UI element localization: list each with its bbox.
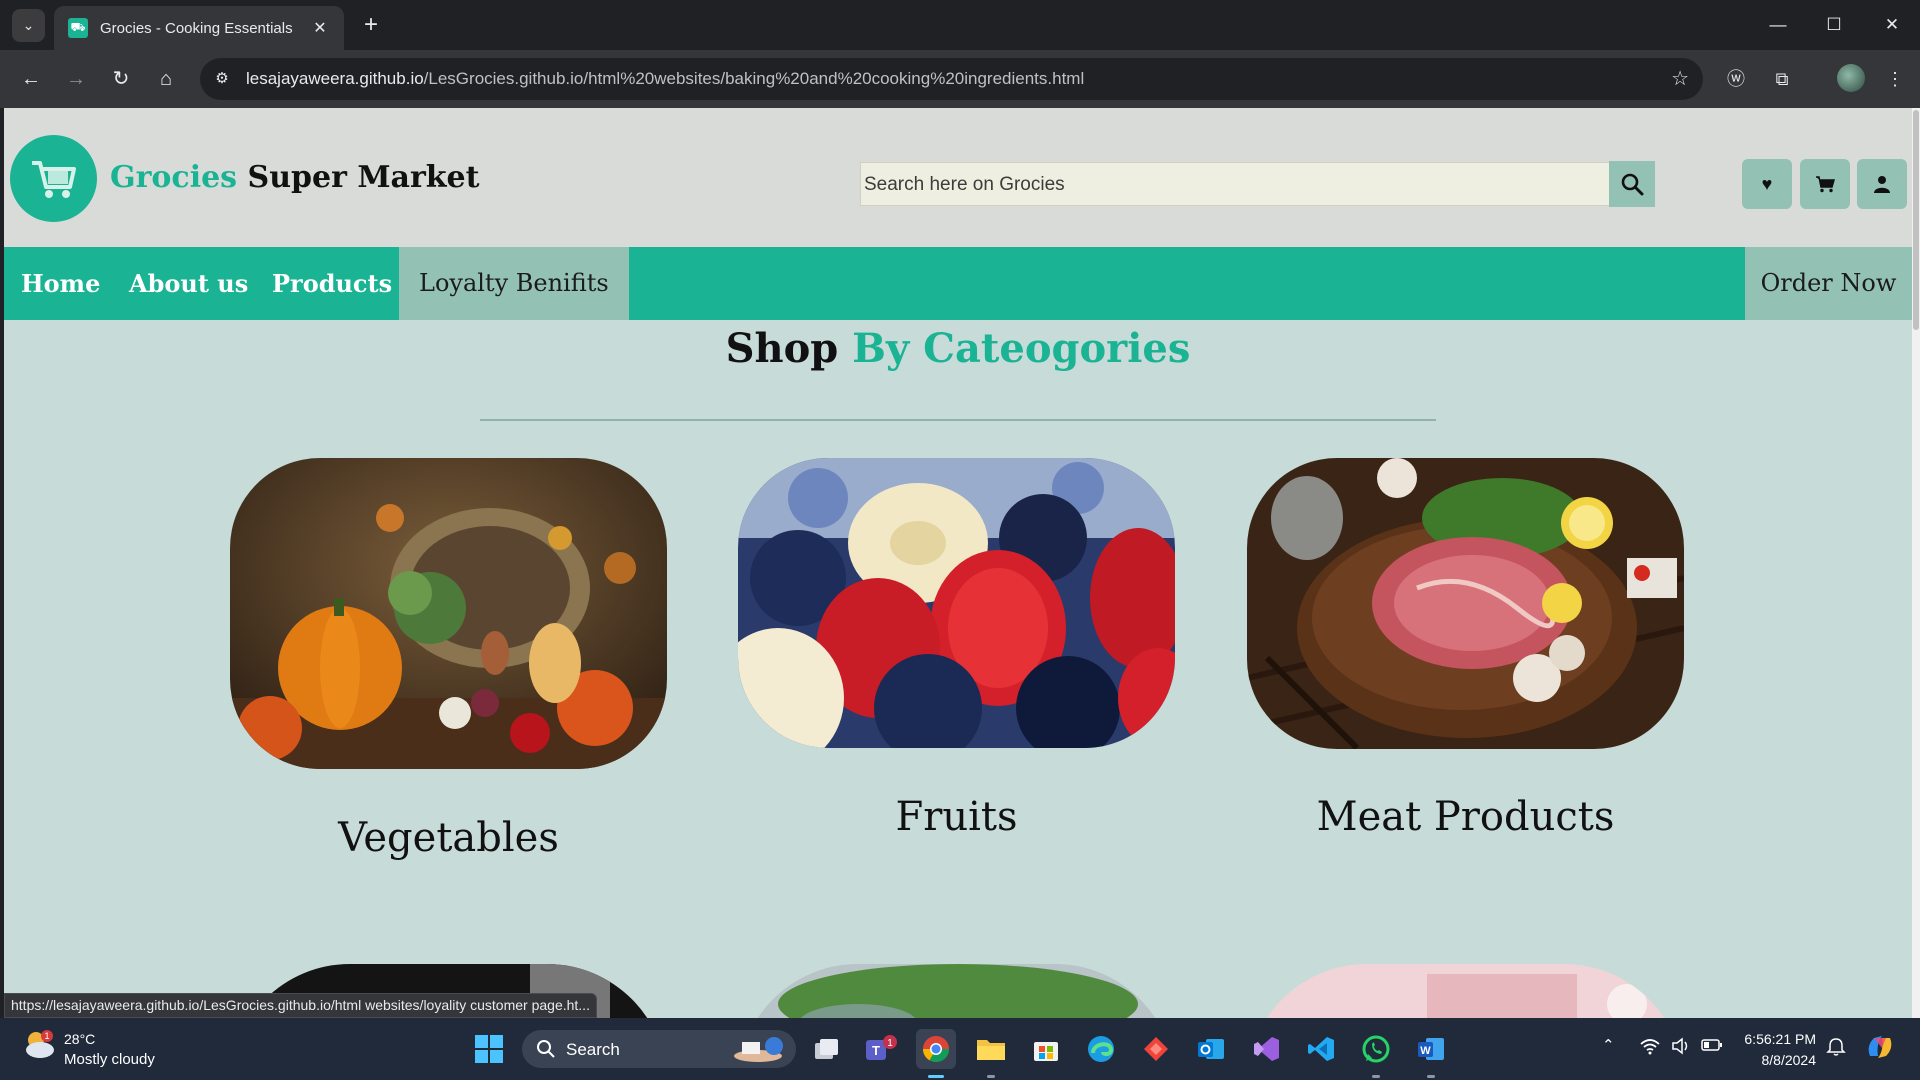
site-info-icon[interactable]: ⚙: [210, 67, 234, 91]
site-header: Grocies Super Market ♥: [4, 108, 1912, 247]
word-running-indicator: [1427, 1075, 1435, 1078]
search-icon: [1621, 173, 1644, 196]
taskbar-search-box[interactable]: Search: [522, 1030, 796, 1068]
clock-date[interactable]: 8/8/2024: [1762, 1052, 1817, 1068]
vegetables-image[interactable]: [230, 458, 667, 769]
volume-icon[interactable]: [1671, 1037, 1691, 1059]
home-button[interactable]: ⌂: [149, 62, 183, 96]
show-hidden-icons-chevron-icon[interactable]: ⌃: [1602, 1036, 1615, 1054]
weather-cloud-icon[interactable]: 1: [22, 1030, 56, 1060]
section-title: Shop By Cateogories: [4, 325, 1912, 372]
brand-rest: Super Market: [247, 160, 480, 195]
teams-badge: 1: [887, 1038, 893, 1049]
reload-button[interactable]: ↻: [104, 62, 138, 96]
anydesk-icon[interactable]: [1136, 1029, 1176, 1069]
profile-avatar[interactable]: [1837, 64, 1865, 92]
microsoft-store-icon[interactable]: [1026, 1029, 1066, 1069]
taskbar-search-label: Search: [566, 1040, 620, 1059]
meat-products-image[interactable]: [1247, 458, 1684, 749]
weather-condition[interactable]: Mostly cloudy: [64, 1051, 155, 1068]
visual-studio-icon[interactable]: [1246, 1029, 1286, 1069]
svg-text:T: T: [872, 1043, 880, 1058]
cart-icon[interactable]: [1800, 159, 1850, 209]
close-window-button[interactable]: ✕: [1872, 8, 1912, 42]
url-path: /LesGrocies.github.io/html%20websites/ba…: [423, 69, 1085, 88]
clock-time[interactable]: 6:56:21 PM: [1744, 1031, 1816, 1047]
wishlist-heart-icon[interactable]: ♥: [1742, 159, 1792, 209]
chrome-active-indicator: [928, 1075, 944, 1078]
order-now-button[interactable]: Order Now: [1745, 247, 1912, 320]
category-image-row2-3[interactable]: [1247, 964, 1684, 1018]
vscode-icon[interactable]: [1301, 1029, 1341, 1069]
maximize-button[interactable]: ☐: [1814, 8, 1854, 42]
category-image-row2-2[interactable]: [738, 964, 1175, 1018]
back-button[interactable]: ←: [14, 62, 48, 96]
search-highlight-icon: [734, 1037, 783, 1062]
chrome-icon[interactable]: [916, 1029, 956, 1069]
windows-taskbar: 1 28°C Mostly cloudy Search T1 W ⌃ 6:56:…: [0, 1018, 1920, 1080]
battery-icon[interactable]: [1701, 1038, 1723, 1056]
bookmark-star-icon[interactable]: ☆: [1671, 66, 1689, 91]
outlook-icon[interactable]: [1191, 1029, 1231, 1069]
logo-cart-icon[interactable]: [10, 135, 97, 222]
search-button[interactable]: [1609, 161, 1655, 207]
file-explorer-icon[interactable]: [971, 1029, 1011, 1069]
fruits-image[interactable]: [738, 458, 1175, 748]
search-field-wrapper: [860, 162, 1615, 207]
browser-tab-active[interactable]: ⛟ Grocies - Cooking Essentials ✕: [54, 6, 344, 50]
main-navigation: Home About us Products Loyalty Benifits …: [4, 247, 1912, 320]
tab-close-icon[interactable]: ✕: [310, 18, 330, 38]
fruits-label[interactable]: Fruits: [738, 794, 1175, 840]
forward-button[interactable]: →: [59, 62, 93, 96]
brand-accent: Grocies: [110, 160, 238, 195]
windows-start-icon[interactable]: [469, 1029, 509, 1069]
whatsapp-running-indicator: [1372, 1075, 1380, 1078]
user-account-icon[interactable]: [1857, 159, 1907, 209]
search-icon: [537, 1040, 555, 1058]
notifications-bell-icon[interactable]: [1826, 1037, 1846, 1061]
browser-menu-icon[interactable]: ⋮: [1878, 62, 1912, 96]
edge-icon[interactable]: [1081, 1029, 1121, 1069]
explorer-running-indicator: [987, 1075, 995, 1078]
extension-w-icon[interactable]: ⓦ: [1719, 62, 1753, 96]
section-divider: [480, 419, 1436, 421]
new-tab-button[interactable]: +: [356, 10, 386, 40]
svg-text:W: W: [1420, 1045, 1431, 1057]
scrollbar-thumb[interactable]: [1913, 110, 1919, 330]
browser-tab-strip: ⌄ ⛟ Grocies - Cooking Essentials ✕ + — ☐…: [0, 0, 1920, 50]
url-text[interactable]: lesajayaweera.github.io/LesGrocies.githu…: [246, 69, 1084, 89]
extensions-puzzle-icon[interactable]: ⧉: [1765, 62, 1799, 96]
nav-products[interactable]: Products: [272, 247, 392, 320]
task-view-icon[interactable]: [806, 1029, 846, 1069]
nav-about-us[interactable]: About us: [129, 247, 248, 320]
search-input[interactable]: [861, 163, 1615, 207]
whatsapp-icon[interactable]: [1356, 1029, 1396, 1069]
tab-title: Grocies - Cooking Essentials: [100, 19, 293, 37]
teams-icon[interactable]: T1: [861, 1029, 901, 1069]
tab-search-button[interactable]: ⌄: [12, 9, 45, 42]
minimize-button[interactable]: —: [1758, 8, 1798, 42]
address-bar[interactable]: ⚙ lesajayaweera.github.io/LesGrocies.git…: [200, 58, 1703, 100]
url-host: lesajayaweera.github.io: [246, 69, 424, 88]
brand-title[interactable]: Grocies Super Market: [110, 160, 480, 195]
site-favicon-icon: ⛟: [68, 18, 88, 38]
nav-home[interactable]: Home: [21, 247, 100, 320]
nav-loyalty-benefits[interactable]: Loyalty Benifits: [399, 247, 629, 320]
link-status-bar: https://lesajayaweera.github.io/LesGroci…: [4, 993, 597, 1018]
meat-products-label[interactable]: Meat Products: [1247, 794, 1684, 840]
web-page: Grocies Super Market ♥ Home About us: [4, 108, 1912, 1018]
weather-badge: 1: [44, 1031, 49, 1041]
copilot-icon[interactable]: [1864, 1032, 1896, 1066]
section-title-plain: Shop: [725, 325, 839, 372]
section-title-accent: By Cateogories: [852, 325, 1191, 372]
weather-temperature[interactable]: 28°C: [64, 1031, 95, 1047]
browser-toolbar: ← → ↻ ⌂ ⚙ lesajayaweera.github.io/LesGro…: [0, 50, 1920, 108]
word-icon[interactable]: W: [1411, 1029, 1451, 1069]
vegetables-label[interactable]: Vegetables: [230, 815, 667, 861]
wifi-icon[interactable]: [1640, 1037, 1660, 1059]
